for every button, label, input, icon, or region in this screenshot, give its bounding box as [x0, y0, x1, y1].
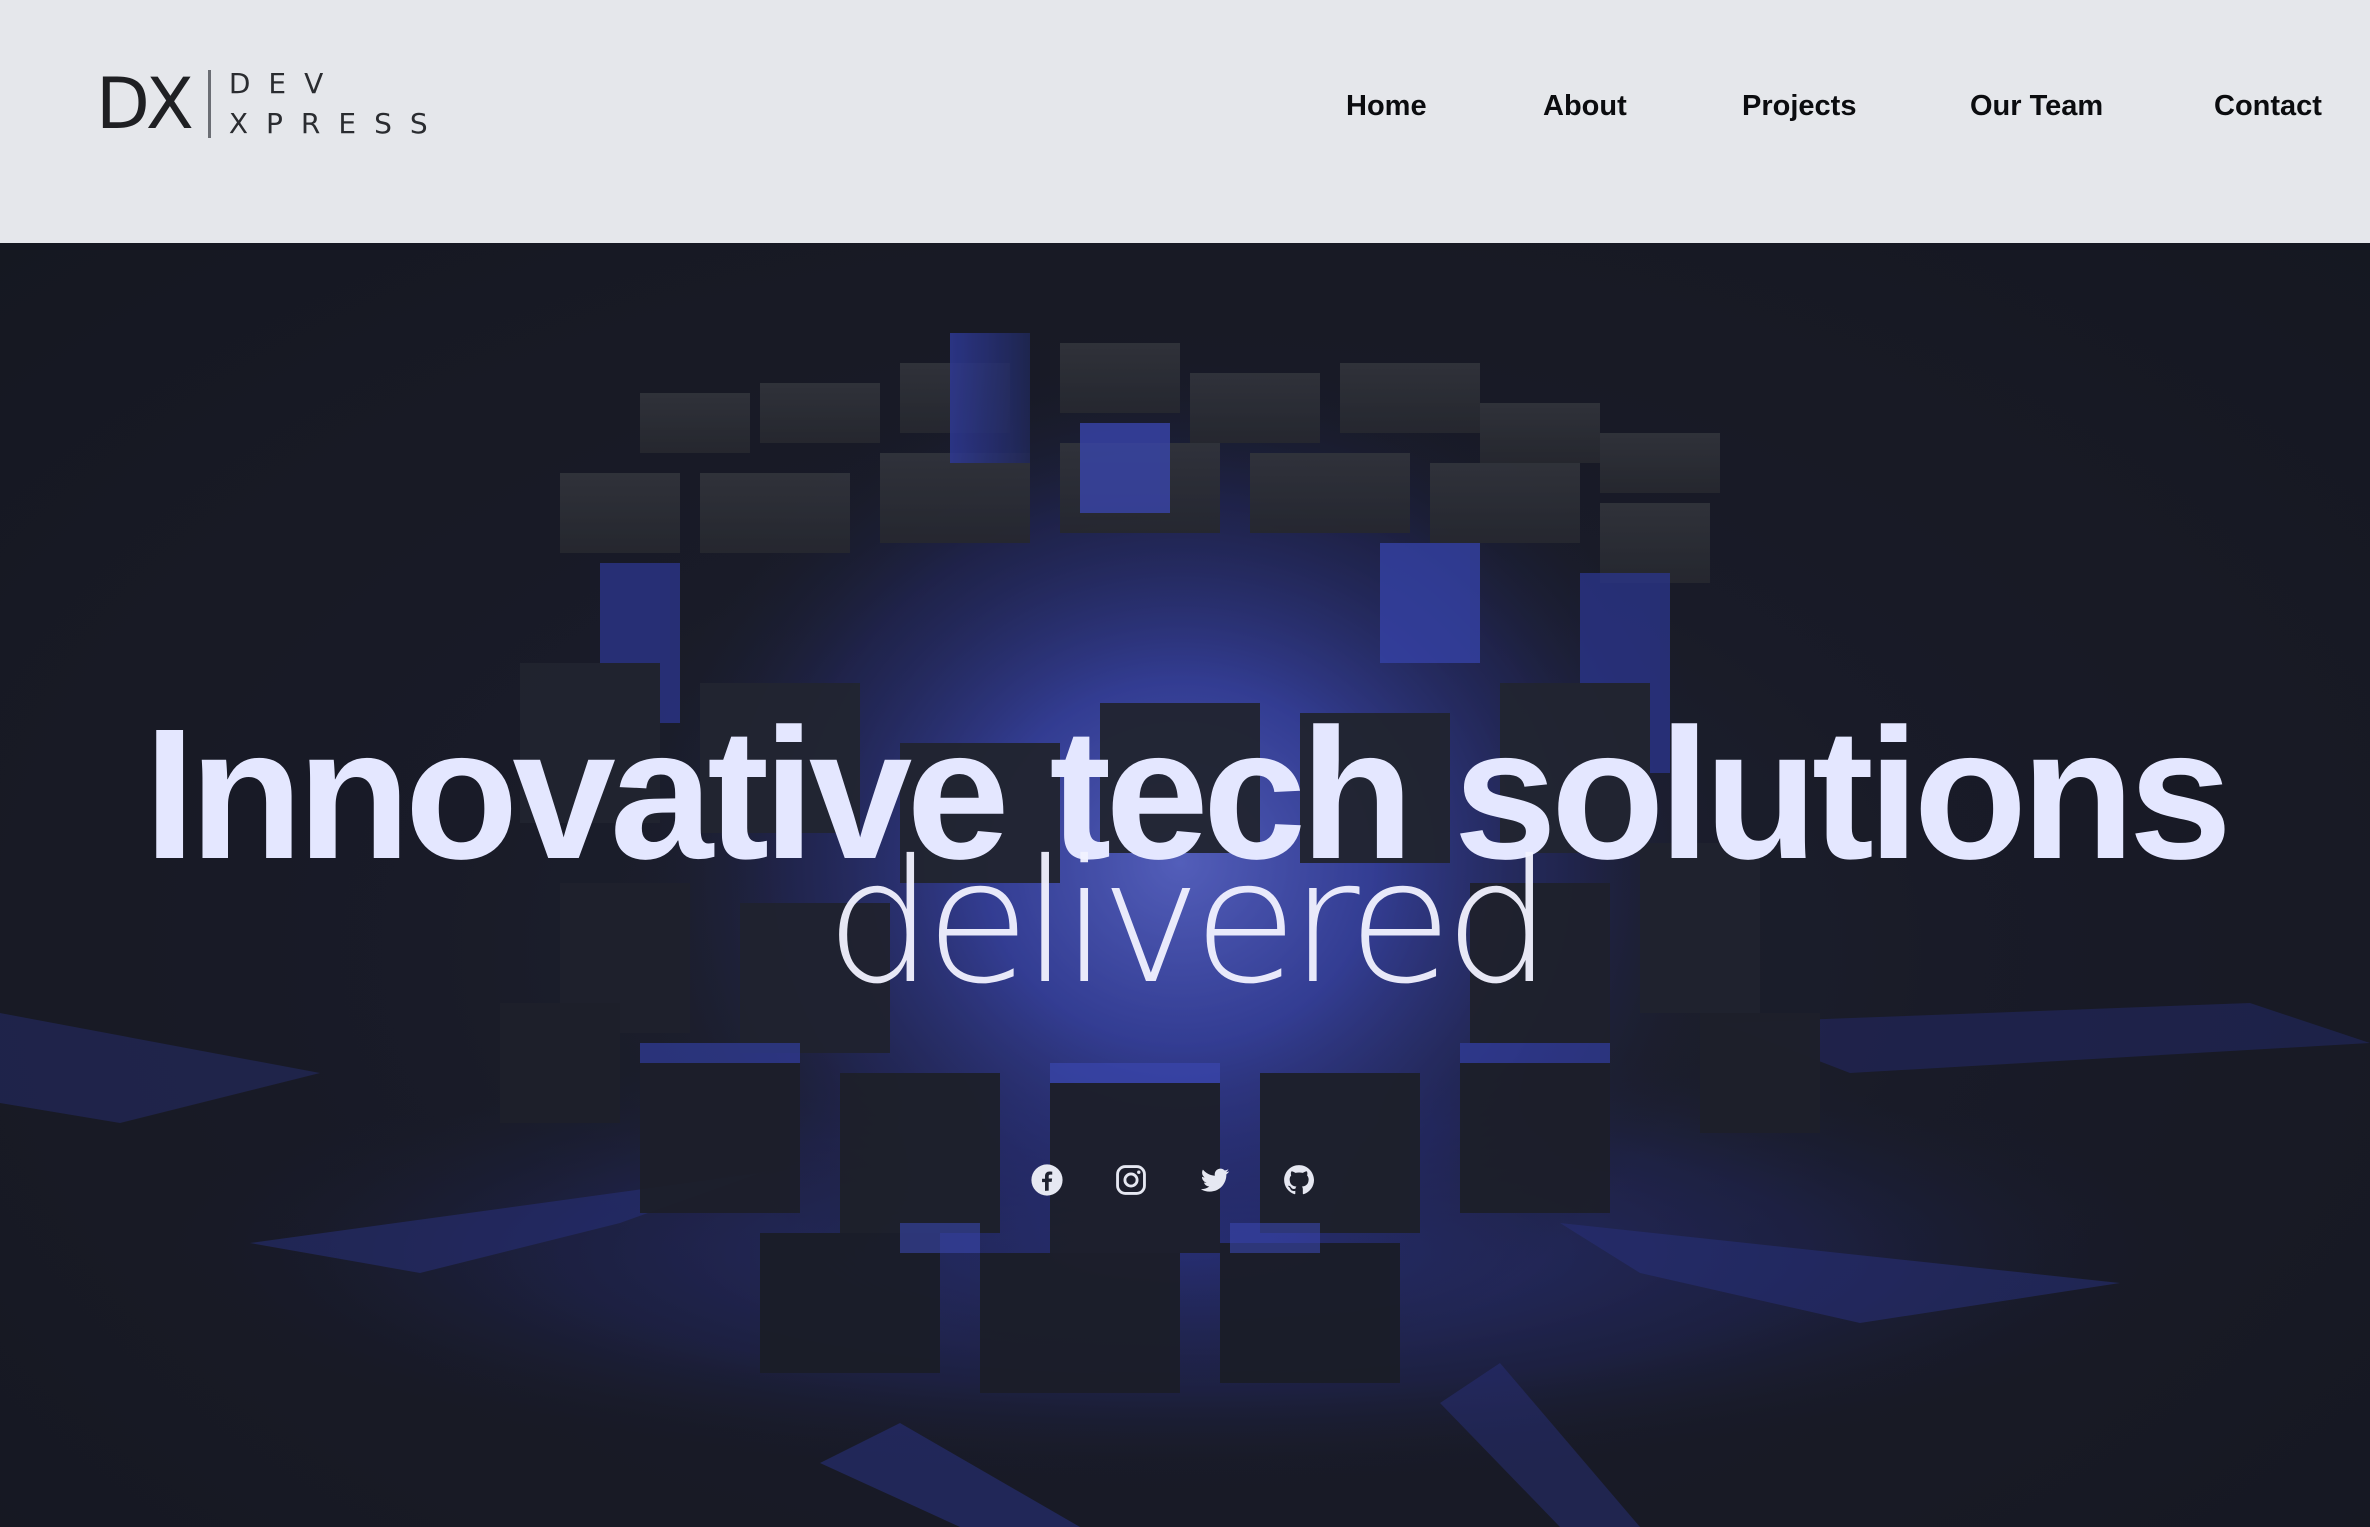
site-header: DX DEV XPRESS Home About Projects Our Te…	[0, 0, 2370, 243]
hero-subheadline: delivered	[825, 824, 1553, 1022]
instagram-icon[interactable]	[1114, 1163, 1148, 1197]
main-nav: Home About Projects Our Team Contact	[0, 88, 2370, 124]
facebook-icon[interactable]	[1030, 1163, 1064, 1197]
social-links	[1030, 1163, 1316, 1203]
nav-about[interactable]: About	[1543, 88, 1627, 124]
nav-projects[interactable]: Projects	[1742, 88, 1856, 124]
nav-contact[interactable]: Contact	[2214, 88, 2322, 124]
twitter-icon[interactable]	[1198, 1163, 1232, 1197]
nav-our-team[interactable]: Our Team	[1970, 88, 2103, 124]
nav-home[interactable]: Home	[1346, 88, 1427, 124]
github-icon[interactable]	[1282, 1163, 1316, 1197]
hero-section: Innovative tech solutions delivered	[0, 243, 2370, 1527]
